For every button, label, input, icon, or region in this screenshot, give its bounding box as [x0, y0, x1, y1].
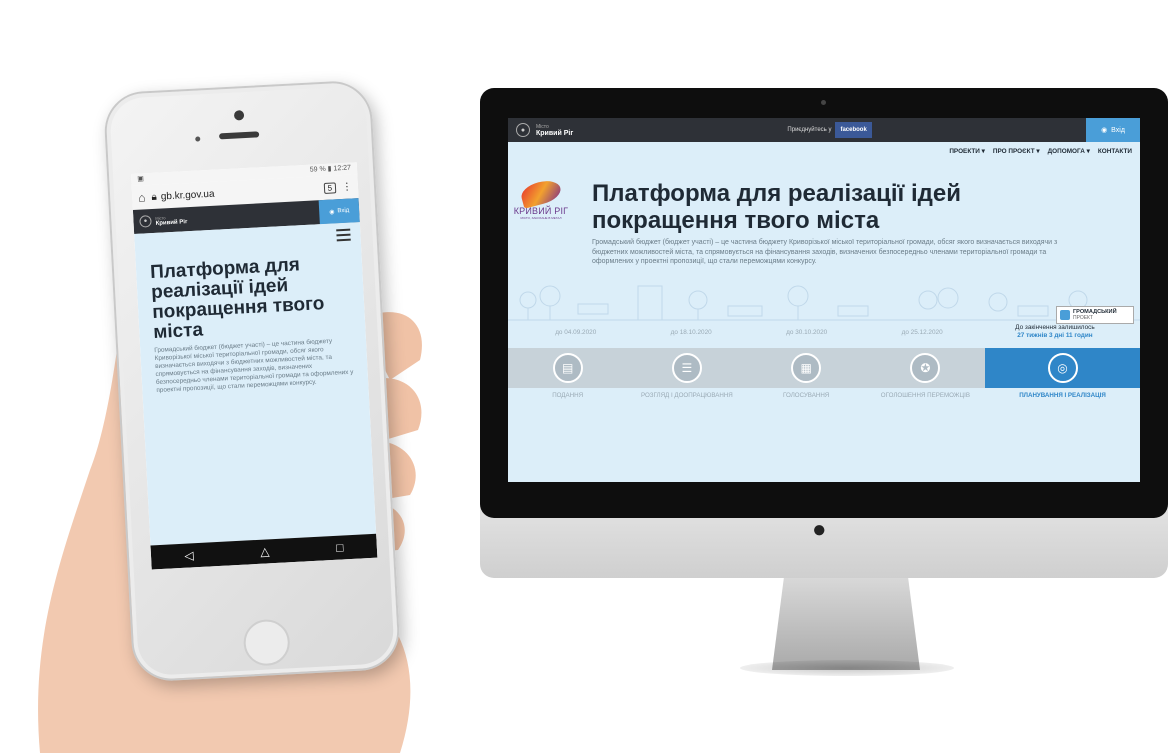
page-description: Громадський бюджет (бюджет участі) – це …: [592, 239, 1058, 265]
remain-label: До закінчення залишилось: [1015, 324, 1095, 331]
menu-item-projects[interactable]: ПРОЕКТИ ▾: [949, 147, 985, 155]
step-label: РОЗГЛЯД І ДООПРАЦЮВАННЯ: [640, 392, 733, 399]
city-skyline-illustration: [508, 285, 1140, 321]
tab-count-button[interactable]: 5: [323, 181, 337, 194]
remain-value: 27 тижнів 3 дні 11 годин: [1017, 332, 1093, 339]
notification-icon: ▣: [137, 175, 145, 183]
facebook-link[interactable]: facebook: [835, 122, 872, 138]
login-button[interactable]: ◉ Вхід: [318, 198, 360, 225]
location-pin-icon: ●: [516, 123, 530, 137]
step-voting[interactable]: ▦: [747, 348, 866, 388]
date-voting: до 30.10.2020: [786, 328, 828, 336]
social-join: Приєднуйтесь у facebook: [787, 122, 872, 138]
page-description: Громадський бюджет (бюджет участі) – це …: [154, 337, 354, 395]
badge-subtitle: ПРОЕКТ: [1073, 315, 1094, 321]
time-remaining: До закінчення залишилось 27 тижнів 3 дні …: [980, 324, 1130, 340]
date-submission: до 04.09.2020: [555, 328, 597, 336]
address-bar[interactable]: 🔒︎ gb.kr.gov.ua: [151, 183, 318, 203]
home-nav-icon[interactable]: △: [260, 544, 270, 558]
phone-speaker: [218, 131, 260, 140]
desktop-screen: ● Місто Кривий Ріг Приєднуйтесь у facebo…: [508, 118, 1140, 482]
city-name: Кривий Ріг: [155, 218, 188, 227]
page-title: Платформа для реалізації ідей покращення…: [592, 180, 961, 234]
step-label: ПОДАННЯ: [552, 392, 584, 399]
phone-home-button: [242, 618, 291, 667]
monitor-stand: [772, 578, 920, 670]
page-title: Платформа для реалізації ідей покращення…: [149, 254, 325, 344]
city-name: Кривий Ріг: [536, 129, 574, 137]
login-label: Вхід: [337, 207, 350, 215]
city-selector[interactable]: ● Місто Кривий Ріг: [516, 123, 573, 137]
stage: ▣ 59 % ▮ 12:27 ⌂ 🔒︎ gb.kr.gov.ua 5 ⋮ ● Мі…: [0, 0, 1168, 753]
main-menu: ПРОЕКТИ ▾ ПРО ПРОЄКТ ▾ ДОПОМОГА ▾ КОНТАК…: [508, 142, 1140, 160]
menu-item-help[interactable]: ДОПОМОГА ▾: [1048, 147, 1090, 155]
winner-icon: ✪: [910, 353, 941, 383]
monitor-shadow: [740, 660, 954, 676]
title-line-2: покращення твого міста: [592, 207, 880, 234]
step-review[interactable]: ☰: [627, 348, 746, 388]
logo-name: КРИВИЙ РІГ: [513, 206, 569, 216]
date-review: до 18.10.2020: [670, 328, 712, 336]
title-line-1: Платформа для реалізації ідей: [592, 180, 961, 207]
page-body: Платформа для реалізації ідей покращення…: [134, 222, 377, 546]
lock-icon: 🔒︎: [151, 191, 158, 203]
phone-screen: ▣ 59 % ▮ 12:27 ⌂ 🔒︎ gb.kr.gov.ua 5 ⋮ ● Мі…: [131, 162, 378, 570]
civic-project-badge: ГРОМАДСЬКИЙ ПРОЕКТ: [1056, 306, 1134, 324]
logo-tagline: МІСТО, ЗАКОХАНЕ В МЕТАЛ: [520, 216, 562, 220]
hero-section: КРИВИЙ РІГ МІСТО, ЗАКОХАНЕ В МЕТАЛ Платф…: [508, 160, 1140, 324]
checklist-icon: ☰: [671, 353, 702, 383]
menu-item-contacts[interactable]: КОНТАКТИ: [1098, 148, 1132, 155]
smartphone: ▣ 59 % ▮ 12:27 ⌂ 🔒︎ gb.kr.gov.ua 5 ⋮ ● Мі…: [102, 79, 402, 683]
hamburger-menu-icon[interactable]: [336, 228, 351, 245]
status-right: 59 % ▮ 12:27: [309, 164, 352, 174]
step-winners[interactable]: ✪: [866, 348, 985, 388]
login-button[interactable]: ◉ Вхід: [1085, 118, 1140, 142]
login-label: Вхід: [1111, 126, 1125, 134]
apple-logo-icon: ●: [812, 516, 827, 543]
more-menu-icon[interactable]: ⋮: [342, 181, 353, 193]
login-icon: ◉: [1101, 127, 1108, 134]
join-text: Приєднуйтесь у: [787, 127, 832, 133]
badge-icon: [1060, 310, 1070, 320]
recents-icon[interactable]: □: [336, 540, 344, 554]
step-planning[interactable]: ◎: [985, 348, 1140, 388]
site-topbar: ● Місто Кривий Ріг Приєднуйтесь у facebo…: [508, 118, 1140, 142]
date-winners: до 25.12.2020: [901, 328, 943, 336]
logo-mark-icon: [518, 177, 564, 209]
hands-globe-icon: ◎: [1047, 353, 1078, 383]
step-submission[interactable]: ▤: [508, 348, 627, 388]
timeline-steps: ▤ ☰ ▦ ✪ ◎: [508, 348, 1140, 388]
home-icon[interactable]: ⌂: [138, 190, 146, 204]
city-selector[interactable]: ● Місто Кривий Ріг: [139, 213, 188, 228]
document-icon: ▤: [552, 353, 583, 383]
city-logo: КРИВИЙ РІГ МІСТО, ЗАКОХАНЕ В МЕТАЛ: [512, 177, 570, 220]
step-label-active: ПЛАНУВАННЯ І РЕАЛІЗАЦІЯ: [1019, 392, 1106, 399]
location-pin-icon: ●: [139, 215, 152, 228]
back-icon[interactable]: ◁: [184, 548, 194, 562]
timeline-labels: ПОДАННЯ РОЗГЛЯД І ДООПРАЦЮВАННЯ ГОЛОСУВА…: [508, 388, 1140, 400]
monitor-camera: [821, 100, 826, 105]
phone-sensor: [195, 136, 201, 142]
login-icon: ◉: [329, 208, 335, 216]
desktop-monitor: ● ● Місто Кривий Ріг Приєднуйтесь у face…: [480, 88, 1168, 578]
phone-camera: [233, 110, 245, 121]
step-label: ГОЛОСУВАННЯ: [782, 392, 830, 399]
menu-item-about[interactable]: ПРО ПРОЄКТ ▾: [993, 147, 1040, 155]
ballot-icon: ▦: [791, 353, 822, 383]
step-label: ОГОЛОШЕННЯ ПЕРЕМОЖЦІВ: [880, 392, 970, 399]
